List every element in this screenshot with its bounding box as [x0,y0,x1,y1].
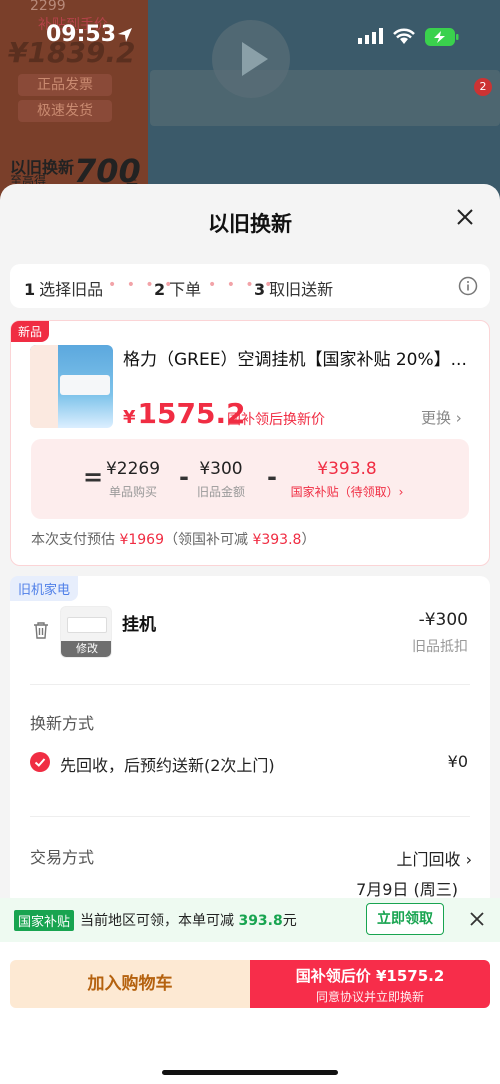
footer-actions: 加入购物车 国补领后价 ¥1575.2 同意协议并立即换新 [0,942,500,1084]
product-title[interactable]: 格力（GREE）空调挂机【国家补贴 20%】... [123,345,473,370]
subsidy-banner: 国家补贴 当前地区可领，本单可减 393.8元 立即领取 [0,898,500,942]
battery-charging-icon [425,28,459,46]
new-price-note: 国补领后换新价 [227,412,325,428]
sheet-title: 以旧换新 [208,212,292,236]
item-price-label: 单品购买 [108,485,157,499]
subsidy-value[interactable]: ¥393.8 [287,459,407,479]
trash-icon[interactable] [32,620,50,640]
close-banner-icon[interactable] [468,910,486,928]
cellular-signal-icon [358,28,383,44]
trade-method-selector[interactable]: 上门回收 › [397,846,473,870]
old-value-value: ¥300 [199,459,243,479]
edit-old-item-button[interactable]: 修改 [61,641,111,657]
old-item-name: 挂机 [122,615,156,635]
exchange-method-title: 换新方式 [30,714,95,733]
new-product-card: 新品 格力（GREE）空调挂机【国家补贴 20%】... ¥1575.2 国补领… [10,320,490,566]
old-item-tag: 旧机家电 [10,576,79,601]
step-order: 2 下单 [154,280,202,299]
subsidy-banner-text: 当前地区可领，本单可减 393.8元 [80,913,297,929]
claim-subsidy-button[interactable]: 立即领取 [366,903,444,935]
exchange-option-radio[interactable] [30,752,50,772]
status-bar: 09:53 [0,0,500,50]
old-value-label: 旧品金额 [196,485,245,499]
status-time: 09:53 [46,22,117,47]
check-icon [34,758,46,767]
old-item-image[interactable]: 修改 [60,606,112,658]
background-cart-badge: 2 [474,78,492,96]
info-icon[interactable] [458,276,478,296]
price-breakdown: = ¥2269 单品购买 - ¥300 旧品金额 - ¥393.8 国家补贴（待… [31,439,469,519]
minus-sign: - [267,463,277,491]
payment-estimate: 本次支付预估 ¥1969（领国补可减 ¥393.8） [31,532,316,548]
item-price-value: ¥2269 [105,459,161,479]
close-icon[interactable] [454,206,476,228]
progress-steps: 1 选择旧品 • • • • 2 下单 • • • • 3 取旧送新 [10,264,490,308]
background-ac-image [150,70,500,126]
pickup-date[interactable]: 7月9日 (周三) [356,876,458,900]
old-item-card: 旧机家电 修改 挂机 -¥300 旧品抵扣 换新方式 先回收，后预约送新(2次上… [10,576,490,906]
change-product-link[interactable]: 更换 › [421,407,462,428]
step-select-old: 1 选择旧品 [24,280,104,299]
trade-in-sheet: 以旧换新 1 选择旧品 • • • • 2 下单 • • • • 3 取旧送新 新品 … [0,184,500,1084]
new-product-tag: 新品 [11,321,50,342]
add-to-cart-button[interactable]: 加入购物车 [10,960,250,1008]
trade-method-title: 交易方式 [30,848,95,867]
home-indicator [162,1070,338,1075]
divider [30,684,470,685]
old-item-deduct-label: 旧品抵扣 [412,639,468,655]
step-pickup-deliver: 3 取旧送新 [254,280,334,299]
background-pill-shipping: 极速发货 [18,100,112,122]
wifi-icon [393,28,415,44]
equals-sign: = [83,463,104,491]
buy-button-sub-label: 同意协议并立即换新 [315,990,424,1004]
background-pill-invoice: 正品发票 [18,74,112,96]
location-arrow-icon [118,28,132,42]
old-item-deduct: -¥300 [418,610,468,630]
minus-sign: - [179,463,189,491]
trade-in-buy-button[interactable]: 国补领后价 ¥1575.2 同意协议并立即换新 [250,960,490,1008]
product-image[interactable] [30,345,113,428]
buy-button-main-label: 国补领后价 ¥1575.2 [295,967,445,985]
subsidy-pending-link[interactable]: 国家补贴（待领取）› [283,483,411,500]
subsidy-banner-tag: 国家补贴 [14,910,75,931]
divider [30,816,470,817]
exchange-option-price: ¥0 [447,752,468,771]
exchange-option-label[interactable]: 先回收，后预约送新(2次上门) [60,752,275,776]
